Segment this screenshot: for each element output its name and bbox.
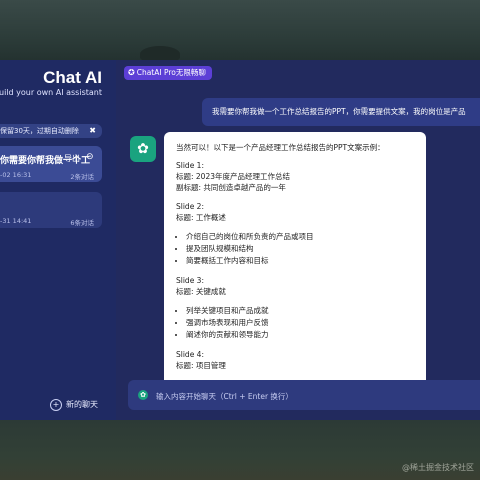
conversation-item[interactable]: -31 14:41 6条对话 <box>0 192 102 228</box>
app-subtitle: Build your own AI assistant <box>0 88 102 97</box>
bullet-item: 简要概括工作内容和目标 <box>186 255 421 267</box>
conversation-date: -31 14:41 <box>0 217 32 225</box>
conversation-item-active[interactable]: 你需要你帮我做一个工 导出 ⊝ -02 16:31 2条对话 <box>0 146 102 182</box>
bullet-item: 阐述你的贡献和领导能力 <box>186 329 421 341</box>
user-message: 我需要你帮我做一个工作总结报告的PPT，你需要提供文案，我的岗位是产品 <box>202 98 480 126</box>
delete-icon[interactable]: ⊝ <box>86 152 94 162</box>
slide-line: 标题: 关键成就 <box>176 287 226 296</box>
plus-icon: + <box>50 398 62 411</box>
close-icon[interactable]: ✖ <box>89 124 96 138</box>
watermark: @稀土掘金技术社区 <box>402 463 474 472</box>
bot-avatar-icon: ✿ <box>130 136 156 162</box>
background-top <box>0 0 480 60</box>
slide-bullets: 介绍自己的岗位和所负责的产品或项目 提及团队规模和结构 简要概括工作内容和目标 <box>176 231 421 267</box>
chat-input-bar: ✿ <box>128 380 480 410</box>
bot-message: 当然可以！以下是一个产品经理工作总结报告的PPT文案示例： Slide 1: 标… <box>164 132 426 392</box>
slide-heading: Slide 1: <box>176 161 204 170</box>
pro-badge-label: ChatAI Pro无限畅聊 <box>136 68 206 77</box>
bullet-item: 列举关键项目和产品成就 <box>186 305 421 317</box>
slide-heading: Slide 4: <box>176 350 204 359</box>
new-chat-label: 新的聊天 <box>66 400 98 409</box>
export-button[interactable]: 导出 <box>64 153 80 164</box>
slide-heading: Slide 2: <box>176 202 204 211</box>
slide-bullets: 列举关键项目和产品成就 强调市场表现和用户反馈 阐述你的贡献和领导能力 <box>176 305 421 341</box>
conversation-count: 6条对话 <box>70 219 94 227</box>
retention-notice: 保留30天，过期自动删除 ✖ <box>0 124 102 138</box>
slide-line: 标题: 项目管理 <box>176 361 226 370</box>
slide-line: 标题: 工作概述 <box>176 213 226 222</box>
sidebar: Chat AI Build your own AI assistant 保留30… <box>0 60 116 420</box>
bullet-item: 介绍自己的岗位和所负责的产品或项目 <box>186 231 421 243</box>
notice-text: 保留30天，过期自动删除 <box>0 127 79 135</box>
chat-main: ✪ ChatAI Pro无限畅聊 我需要你帮我做一个工作总结报告的PPT，你需要提… <box>116 60 480 420</box>
conversation-date: -02 16:31 <box>0 171 32 179</box>
app-title: Chat AI <box>43 68 102 87</box>
bot-intro: 当然可以！以下是一个产品经理工作总结报告的PPT文案示例： <box>176 143 385 152</box>
conversation-count: 2条对话 <box>70 173 94 181</box>
chatai-logo-icon: ✪ <box>128 68 135 77</box>
bullet-item: 提及团队规模和结构 <box>186 243 421 255</box>
slide-heading: Slide 3: <box>176 276 204 285</box>
new-chat-button[interactable]: + 新的聊天 <box>50 398 98 412</box>
slide-line: 标题: 2023年度产品经理工作总结 <box>176 172 290 181</box>
slide-line: 副标题: 共同创造卓越产品的一年 <box>176 183 286 192</box>
pro-badge[interactable]: ✪ ChatAI Pro无限畅聊 <box>124 66 212 80</box>
bullet-item: 强调市场表现和用户反馈 <box>186 317 421 329</box>
chat-input[interactable] <box>154 386 458 406</box>
app-window: Chat AI Build your own AI assistant 保留30… <box>0 60 480 420</box>
chatai-logo-icon: ✿ <box>138 390 148 400</box>
